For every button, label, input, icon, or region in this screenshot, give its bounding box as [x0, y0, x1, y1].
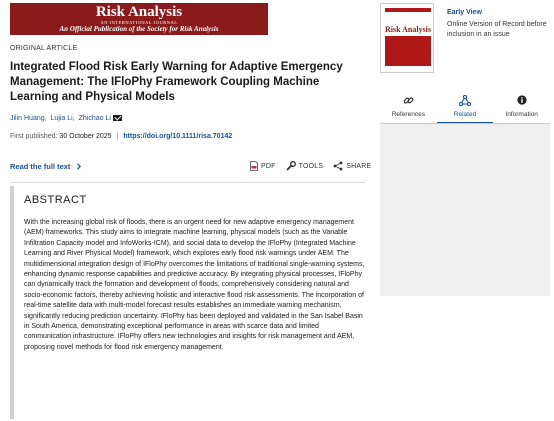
author-link[interactable]: Jilin Huang, [10, 115, 47, 122]
email-icon[interactable] [112, 115, 122, 121]
tools-button[interactable]: TOOLS [285, 161, 324, 171]
tab-information-label: Information [505, 111, 538, 118]
sidebar-tabs: References Related Information [380, 88, 550, 124]
share-icon [333, 161, 343, 171]
share-label: SHARE [346, 162, 372, 170]
pdf-button[interactable]: PDF [250, 161, 276, 171]
journal-title: Risk Analysis [95, 4, 183, 20]
early-view-link[interactable]: Early View [447, 9, 482, 16]
tools-label: TOOLS [298, 162, 324, 170]
link-icon [403, 96, 414, 104]
cover-title: Risk Analysis [385, 25, 432, 34]
doi-link[interactable]: https://doi.org/10.1111/risa.70142 [123, 133, 232, 140]
cover-stripe [385, 8, 431, 12]
cover-red-block [385, 36, 431, 66]
journal-banner[interactable]: Risk Analysis AN INTERNATIONAL JOURNAL A… [10, 3, 268, 35]
share-button[interactable]: SHARE [333, 161, 371, 171]
tab-information[interactable]: Information [493, 88, 550, 124]
chevron-right-icon [76, 162, 81, 170]
info-icon [517, 95, 527, 105]
journal-subtitle: An Official Publication of the Society f… [59, 25, 219, 33]
abstract-text: With the increasing global risk of flood… [24, 219, 365, 351]
abstract-heading: ABSTRACT [24, 194, 87, 206]
article-type: ORIGINAL ARTICLE [10, 45, 78, 52]
article-tools: PDF TOOLS SHARE [250, 161, 381, 171]
publication-info: First published: 30 October 2025 | https… [10, 133, 232, 140]
tab-related-label: Related [453, 111, 477, 118]
tab-references[interactable]: References [380, 88, 437, 124]
separator: | [116, 133, 119, 140]
journal-cover-thumbnail[interactable]: Risk Analysis [380, 3, 434, 73]
first-published-date: 30 October 2025 [59, 133, 112, 140]
related-content-panel [380, 124, 550, 296]
tab-references-label: References [391, 111, 425, 118]
article-title: Integrated Flood Risk Early Warning for … [10, 61, 343, 103]
author-list: Jilin Huang, Lujia Li, Zhichao Li [10, 115, 124, 122]
pdf-icon [250, 161, 258, 171]
abstract-section: ABSTRACT With the increasing global risk… [10, 186, 365, 419]
read-full-text-label: Read the full text [10, 162, 71, 171]
first-published-label: First published: [10, 133, 58, 140]
record-status-text: Online Version of Record before inclusio… [447, 21, 547, 38]
pdf-label: PDF [261, 162, 276, 170]
author-link[interactable]: Lujia Li, [51, 115, 75, 122]
tab-related[interactable]: Related [436, 88, 494, 124]
read-full-text-link[interactable]: Read the full text [10, 162, 82, 171]
wrench-icon [285, 161, 296, 171]
network-icon [459, 94, 471, 106]
section-divider [10, 182, 365, 183]
author-link[interactable]: Zhichao Li [79, 115, 111, 122]
